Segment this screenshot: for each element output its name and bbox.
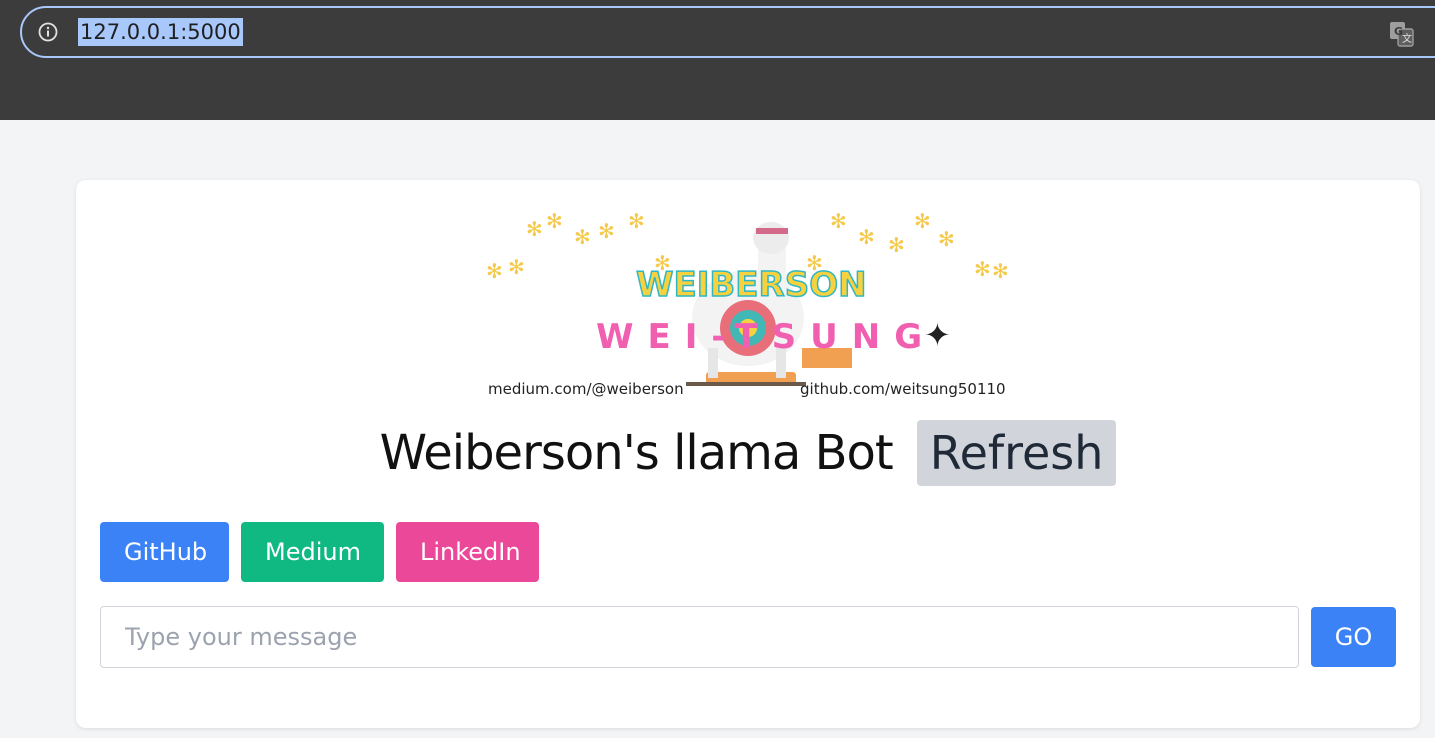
svg-text:✻: ✻ <box>574 225 591 249</box>
banner-github-url: github.com/weitsung50110 <box>800 380 1006 398</box>
svg-text:✻: ✻ <box>914 209 931 233</box>
sparkle-icon: ✦ <box>924 316 951 354</box>
go-button[interactable]: GO <box>1311 607 1396 667</box>
refresh-button[interactable]: Refresh <box>916 420 1117 486</box>
translate-icon[interactable]: G 文 <box>1388 20 1416 48</box>
url-text[interactable]: 127.0.0.1:5000 <box>78 18 243 46</box>
svg-text:✻: ✻ <box>830 209 847 233</box>
banner-medium-url: medium.com/@weiberson <box>488 380 684 398</box>
message-input[interactable] <box>100 606 1299 668</box>
page-title: Weiberson's llama Bot <box>379 425 894 481</box>
chat-card: ✻ ✻ ✻ ✻ ✻ ✻ ✻ ✻ ✻ ✻ ✻ ✻ ✻ ✻ ✻ ✻ WEIBERSON WEI-TSUN… <box>76 180 1420 728</box>
svg-text:✻: ✻ <box>974 257 991 281</box>
address-bar[interactable]: 127.0.0.1:5000 G 文 <box>20 6 1435 58</box>
linkedin-button[interactable]: LinkedIn <box>396 522 539 582</box>
svg-text:✻: ✻ <box>888 233 905 257</box>
medium-button[interactable]: Medium <box>241 522 384 582</box>
svg-text:✻: ✻ <box>938 227 955 251</box>
svg-text:✻: ✻ <box>598 219 615 243</box>
svg-text:✻: ✻ <box>628 209 645 233</box>
svg-text:✻: ✻ <box>992 259 1009 283</box>
github-button[interactable]: GitHub <box>100 522 229 582</box>
banner-subtitle: WEI-TSUNG <box>596 317 936 357</box>
svg-text:✻: ✻ <box>526 217 543 241</box>
svg-text:文: 文 <box>1402 32 1412 45</box>
svg-text:✻: ✻ <box>486 259 503 283</box>
social-links: GitHub Medium LinkedIn <box>100 522 539 582</box>
svg-text:✻: ✻ <box>858 225 875 249</box>
banner-title: WEIBERSON <box>636 265 867 305</box>
browser-toolbar: 127.0.0.1:5000 G 文 <box>0 0 1435 120</box>
svg-text:✻: ✻ <box>508 255 525 279</box>
title-row: Weiberson's llama Bot Refresh <box>76 420 1420 486</box>
info-icon[interactable] <box>38 22 58 42</box>
svg-text:✻: ✻ <box>546 209 563 233</box>
banner-image: ✻ ✻✻ ✻ ✻✻ ✻✻✻ ✻✻✻ ✻ ✻✻ ✻ WEIBERSON WEI-TSUN… <box>486 209 1009 398</box>
